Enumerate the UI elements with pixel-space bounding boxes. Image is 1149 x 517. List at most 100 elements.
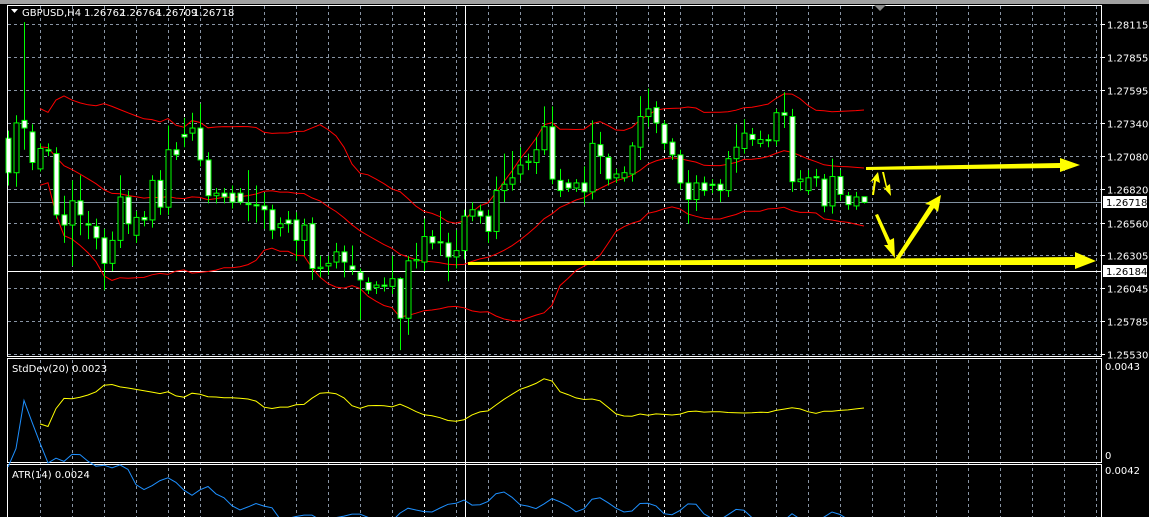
- candle: [221, 188, 228, 204]
- price-axis-label: 1.26560: [1107, 220, 1148, 231]
- candle: [605, 153, 612, 186]
- candle-body: [565, 182, 572, 189]
- candle: [101, 228, 108, 291]
- chart-shift-marker-icon[interactable]: [874, 5, 886, 11]
- chart-window[interactable]: GBPUSD,H4 1.26762 1.26764 1.26709 1.2671…: [0, 0, 1149, 517]
- arrow-up-icon[interactable]: [893, 195, 941, 263]
- candle-body: [181, 133, 188, 138]
- candle-body: [37, 147, 44, 170]
- atr-pane[interactable]: [7, 464, 1102, 517]
- candle-body: [269, 209, 276, 231]
- candle: [189, 112, 196, 141]
- arrow-down-small-icon[interactable]: [882, 172, 891, 196]
- candle-body: [445, 242, 452, 258]
- candle-body: [365, 282, 372, 291]
- candle: [661, 120, 668, 150]
- candle-body: [509, 177, 516, 185]
- candle-body: [781, 112, 788, 116]
- candle-body: [581, 182, 588, 193]
- candle: [349, 245, 356, 275]
- candle-body: [85, 223, 92, 226]
- candle: [133, 211, 140, 243]
- candle-body: [805, 177, 812, 192]
- candles: [5, 22, 868, 351]
- candle: [149, 175, 156, 228]
- price-axis-label: 1.26045: [1107, 285, 1148, 296]
- candle-body: [237, 192, 244, 203]
- candle-body: [69, 200, 76, 226]
- candle-body: [285, 219, 292, 225]
- candle-body: [765, 139, 772, 142]
- candle: [549, 106, 556, 185]
- arrow-right-upper-icon[interactable]: [866, 158, 1080, 172]
- stddev-axis-bottom: 0: [1105, 451, 1111, 462]
- atr-axis-top: 0.0042: [1105, 466, 1140, 477]
- candle-body: [517, 164, 524, 175]
- candle-body: [589, 142, 596, 193]
- price-axis-label: 1.27080: [1107, 153, 1148, 164]
- arrow-up-small-icon[interactable]: [870, 172, 880, 195]
- candle: [701, 176, 708, 196]
- candle-body: [189, 127, 196, 134]
- candle-body: [101, 237, 108, 264]
- candle-body: [821, 178, 828, 207]
- arrow-down-icon[interactable]: [875, 214, 895, 258]
- candle: [597, 131, 604, 174]
- candle-body: [421, 236, 428, 263]
- candle-body: [93, 225, 100, 239]
- candle-body: [253, 204, 260, 207]
- candle: [69, 180, 76, 266]
- candle-body: [373, 284, 380, 289]
- candle: [693, 175, 700, 212]
- candle-body: [549, 126, 556, 180]
- candle-body: [797, 178, 804, 183]
- candle-body: [477, 210, 484, 217]
- candle-body: [141, 216, 148, 221]
- stddev-pane[interactable]: [7, 358, 1102, 463]
- candle: [829, 158, 836, 214]
- candle-body: [125, 196, 132, 225]
- candle: [77, 175, 84, 236]
- candle: [373, 281, 380, 294]
- price-axis: 1.28115 1.27855 1.27595 1.27340 1.27080 1.268…: [1101, 21, 1148, 362]
- candle-body: [261, 205, 268, 211]
- candle: [837, 170, 844, 201]
- candle-body: [469, 209, 476, 217]
- candle-body: [197, 127, 204, 161]
- candle: [797, 170, 804, 191]
- candle-body: [29, 131, 36, 164]
- candle: [317, 255, 324, 278]
- candle: [741, 119, 748, 154]
- dropdown-triangle-icon[interactable]: [11, 9, 18, 13]
- candle-body: [749, 133, 756, 141]
- main-pane[interactable]: [7, 5, 1102, 357]
- bollinger-bands: [39, 93, 865, 322]
- candle-body: [389, 278, 396, 287]
- candle-body: [157, 179, 164, 208]
- candle-body: [837, 176, 844, 195]
- candle: [517, 147, 524, 181]
- candle: [53, 147, 60, 219]
- price-axis-label: 1.25530: [1107, 351, 1148, 362]
- candle: [781, 92, 788, 129]
- candle: [461, 209, 468, 260]
- candle-body: [437, 241, 444, 244]
- candle: [21, 22, 28, 150]
- candle: [685, 170, 692, 224]
- arrow-right-lower-icon[interactable]: [468, 252, 1096, 269]
- candle: [533, 136, 540, 174]
- candle-body: [453, 250, 460, 258]
- candle: [637, 96, 644, 160]
- candle-body: [149, 179, 156, 221]
- candle: [821, 174, 828, 213]
- candle: [333, 242, 340, 269]
- candle-body: [173, 149, 180, 156]
- symbol-label: GBPUSD,H4: [22, 8, 81, 19]
- price-axis-label: 1.25785: [1107, 318, 1148, 329]
- candle-body: [621, 172, 628, 179]
- candle-body: [429, 236, 436, 244]
- candle: [173, 142, 180, 160]
- annotations[interactable]: [468, 158, 1096, 269]
- horizontal-grid: [8, 24, 1101, 355]
- candle: [13, 115, 20, 187]
